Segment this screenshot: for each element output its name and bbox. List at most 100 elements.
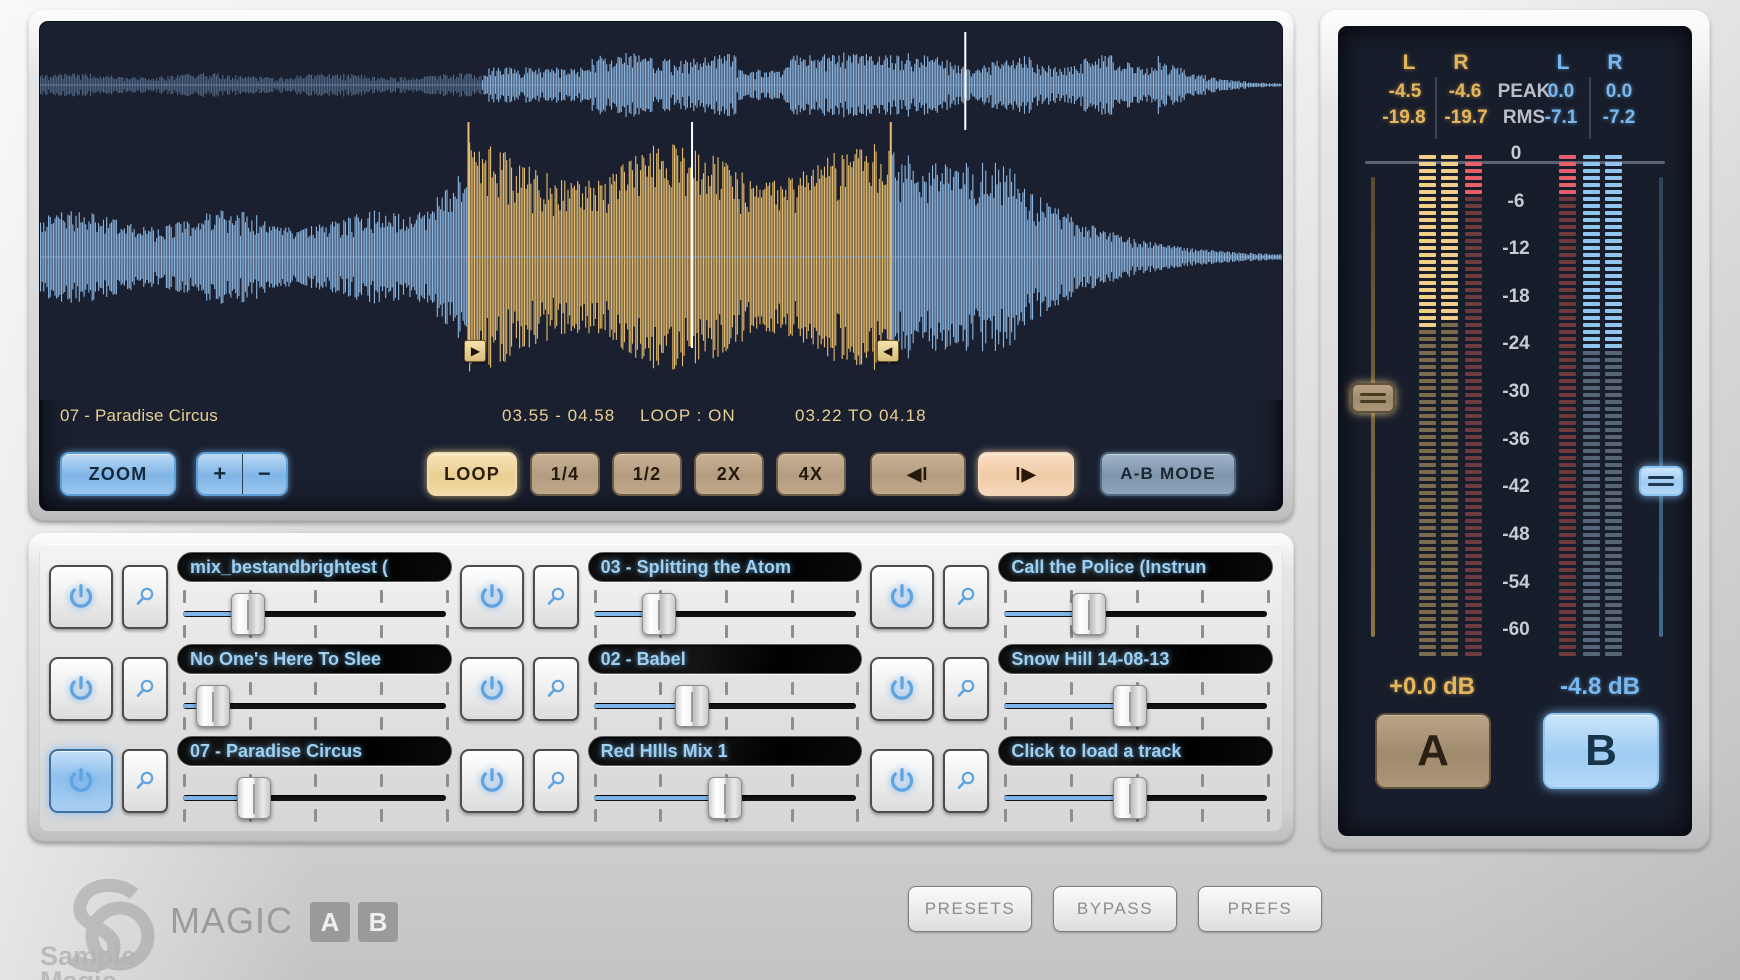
meter-bar — [1605, 155, 1622, 656]
loop-half-button[interactable]: 1/2 — [612, 452, 682, 496]
slider-knob[interactable] — [1113, 777, 1148, 819]
zoom-stepper[interactable]: + − — [196, 452, 288, 496]
track-preview-button[interactable] — [122, 657, 168, 721]
loop-end-handle[interactable]: ◀ — [876, 340, 899, 362]
meter-scale-tick: -48 — [1502, 523, 1530, 545]
track-level-slider[interactable] — [588, 770, 863, 826]
track-power-button[interactable] — [870, 657, 935, 721]
track-power-button[interactable] — [870, 565, 935, 629]
track-preview-button[interactable] — [532, 657, 579, 721]
slider-knob[interactable] — [1113, 685, 1148, 727]
loop-4x-button[interactable]: 4X — [776, 452, 846, 496]
track-controls: Call the Police (Instrun — [998, 552, 1273, 642]
track-power-button[interactable] — [49, 565, 113, 629]
slider-knob[interactable] — [231, 593, 266, 635]
loop-shift-right-button[interactable]: I▶ — [978, 452, 1074, 496]
track-name-plate[interactable]: 03 - Splitting the Atom — [587, 552, 863, 582]
track-level-slider[interactable] — [177, 678, 452, 734]
slider-knob[interactable] — [642, 593, 677, 635]
select-b-button[interactable]: B — [1543, 713, 1659, 789]
fader-b-handle[interactable] — [1639, 465, 1683, 496]
bypass-button[interactable]: BYPASS — [1053, 886, 1177, 932]
track-level-slider[interactable] — [588, 678, 863, 734]
track-slot: 02 - Babel — [459, 644, 863, 734]
loop-2x-button[interactable]: 2X — [694, 452, 764, 496]
meter-b-peak-right: 0.0 — [1605, 81, 1633, 102]
select-a-button[interactable]: A — [1375, 713, 1491, 789]
track-power-button[interactable] — [459, 749, 524, 813]
magnifier-icon — [547, 771, 564, 789]
track-power-button[interactable] — [49, 657, 113, 721]
track-name-text: 02 - Babel — [600, 648, 686, 669]
zoom-in-button[interactable]: + — [198, 454, 243, 494]
track-preview-button[interactable] — [943, 657, 990, 721]
track-slot: Click to load a track — [870, 736, 1273, 826]
track-name-plate[interactable]: Call the Police (Instrun — [998, 552, 1273, 582]
meter-readout: L R L R -4.5 -4.6 PEAK 0.0 0.0 -19.8 -19… — [1339, 51, 1691, 164]
track-name-plate[interactable]: Snow Hill 14-08-13 — [998, 644, 1273, 674]
track-name-plate[interactable]: mix_bestandbrightest ( — [177, 552, 452, 582]
magnifier-icon — [958, 679, 975, 697]
prefs-button[interactable]: PREFS — [1198, 886, 1322, 932]
power-icon — [69, 584, 93, 608]
track-name-text: mix_bestandbrightest ( — [190, 556, 389, 577]
slider-knob[interactable] — [195, 685, 230, 727]
track-preview-button[interactable] — [943, 749, 990, 813]
loop-quarter-button[interactable]: 1/4 — [530, 452, 600, 496]
track-name-plate[interactable]: No One's Here To Slee — [177, 644, 452, 674]
track-power-button[interactable] — [459, 657, 524, 721]
loop-start-handle[interactable]: ▶ — [464, 340, 487, 362]
waveform-display[interactable]: ▶ ◀ — [40, 22, 1282, 400]
product-badge-b: B — [358, 902, 398, 942]
slider-knob[interactable] — [1071, 593, 1106, 635]
track-level-slider[interactable] — [998, 770, 1273, 826]
track-controls: Click to load a track — [998, 736, 1273, 826]
waveform-loop-state: LOOP : ON — [640, 406, 736, 425]
meter-bezel: L R L R -4.5 -4.6 PEAK 0.0 0.0 -19.8 -19… — [1320, 10, 1710, 850]
track-controls: Snow Hill 14-08-13 — [998, 644, 1273, 734]
fader-a-handle[interactable] — [1351, 382, 1395, 413]
slider-knob[interactable] — [675, 685, 710, 727]
magnifier-icon — [547, 587, 564, 605]
track-preview-button[interactable] — [532, 565, 579, 629]
slider-knob[interactable] — [707, 777, 742, 819]
meter-scale-tick: 0 — [1510, 143, 1522, 164]
waveform-screen[interactable]: ▶ ◀ 07 - Paradise Circus 03.55 - 04.58 L… — [39, 21, 1283, 511]
track-preview-button[interactable] — [122, 749, 168, 813]
track-power-button[interactable] — [459, 565, 524, 629]
track-name-plate[interactable]: 02 - Babel — [587, 644, 863, 674]
slider-fill — [1004, 796, 1131, 800]
track-name-plate[interactable]: Click to load a track — [998, 736, 1273, 766]
track-preview-button[interactable] — [532, 749, 579, 813]
gain-b-readout: -4.8 dB — [1559, 673, 1640, 700]
meter-b-peak-left: 0.0 — [1547, 81, 1575, 102]
slider-knob[interactable] — [236, 777, 271, 819]
power-icon — [480, 676, 503, 700]
track-preview-button[interactable] — [122, 565, 168, 629]
loop-shift-left-button[interactable]: ◀I — [870, 452, 966, 496]
meter-bar — [1441, 155, 1458, 656]
track-level-slider[interactable] — [177, 586, 452, 642]
track-level-slider[interactable] — [177, 770, 452, 826]
track-slot: Call the Police (Instrun — [870, 552, 1273, 642]
track-preview-button[interactable] — [943, 565, 990, 629]
track-name-plate[interactable]: Red HIlls Mix 1 — [587, 736, 863, 766]
fader-b-track[interactable] — [1659, 177, 1663, 637]
track-level-slider[interactable] — [998, 586, 1273, 642]
zoom-button[interactable]: ZOOM — [60, 452, 176, 496]
track-controls: 02 - Babel — [587, 644, 863, 734]
track-level-slider[interactable] — [588, 586, 863, 642]
track-slot: 07 - Paradise Circus — [49, 736, 452, 826]
ab-mode-button[interactable]: A-B MODE — [1100, 452, 1236, 496]
track-level-slider[interactable] — [998, 678, 1273, 734]
track-power-button[interactable] — [49, 749, 113, 813]
meter-b-rms-right: -7.2 — [1602, 107, 1636, 128]
presets-button[interactable]: PRESETS — [908, 886, 1032, 932]
track-name-plate[interactable]: 07 - Paradise Circus — [177, 736, 452, 766]
meter-bar — [1559, 155, 1576, 656]
product-name: MAGIC — [170, 900, 294, 941]
track-power-button[interactable] — [870, 749, 935, 813]
loop-button[interactable]: LOOP — [427, 452, 517, 496]
zoom-out-button[interactable]: − — [242, 454, 286, 494]
waveform-info-line: 07 - Paradise Circus 03.55 - 04.58 LOOP … — [40, 406, 1282, 432]
